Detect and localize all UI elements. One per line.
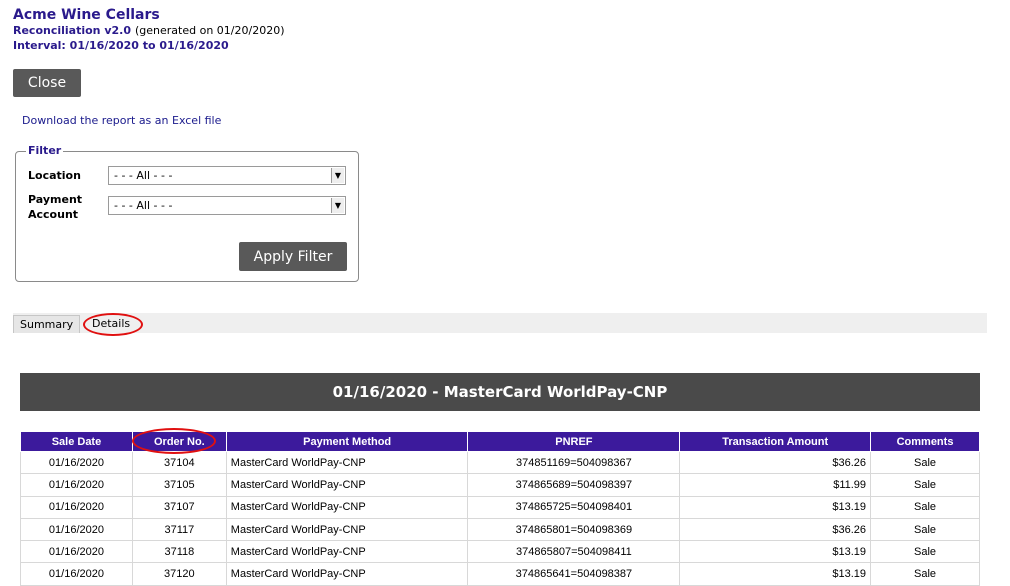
report-name-line: Reconciliation v2.0 (generated on 01/20/2…	[13, 24, 285, 37]
cell-order-no: 37117	[132, 518, 227, 542]
cell-payment-method: MasterCard WorldPay-CNP	[226, 518, 469, 542]
col-header-pnref: PNREF	[467, 431, 681, 452]
cell-comments: Sale	[870, 473, 980, 497]
cell-sale-date: 01/16/2020	[20, 518, 133, 542]
cell-payment-method: MasterCard WorldPay-CNP	[226, 473, 469, 497]
cell-comments: Sale	[870, 451, 980, 475]
payment-label-line1: Payment	[28, 193, 83, 206]
col-header-sale-date: Sale Date	[20, 431, 133, 452]
table-row: 01/16/2020 37118 MasterCard WorldPay-CNP…	[20, 540, 980, 564]
cell-amount: $36.26	[679, 518, 872, 542]
cell-comments: Sale	[870, 540, 980, 564]
generated-date: (generated on 01/20/2020)	[135, 24, 285, 37]
download-excel-link[interactable]: Download the report as an Excel file	[22, 114, 221, 127]
cell-sale-date: 01/16/2020	[20, 496, 133, 519]
location-select[interactable]: - - - All - - - ▼	[108, 166, 346, 185]
close-button[interactable]: Close	[13, 69, 81, 97]
cell-comments: Sale	[870, 518, 980, 542]
cell-pnref: 374865725=504098401	[467, 496, 681, 519]
report-name: Reconciliation v2.0	[13, 24, 131, 37]
filter-panel: Filter Location - - - All - - - ▼ Paymen…	[15, 144, 359, 282]
chevron-down-icon[interactable]: ▼	[331, 168, 344, 183]
col-header-comments: Comments	[870, 431, 980, 452]
col-header-transaction-amount: Transaction Amount	[679, 431, 872, 452]
cell-order-no: 37118	[132, 540, 227, 564]
cell-pnref: 374851169=504098367	[467, 451, 681, 475]
table-row: 01/16/2020 37117 MasterCard WorldPay-CNP…	[20, 518, 980, 542]
cell-sale-date: 01/16/2020	[20, 540, 133, 564]
cell-comments: Sale	[870, 562, 980, 586]
cell-amount: $13.19	[679, 496, 872, 519]
cell-comments: Sale	[870, 496, 980, 519]
cell-pnref: 374865807=504098411	[467, 540, 681, 564]
cell-order-no: 37104	[132, 451, 227, 475]
cell-amount: $36.26	[679, 451, 872, 475]
table-row: 01/16/2020 37104 MasterCard WorldPay-CNP…	[20, 451, 980, 475]
payment-account-select-value: - - - All - - -	[114, 199, 173, 212]
tab-summary[interactable]: Summary	[13, 315, 81, 333]
table-row: 01/16/2020 37120 MasterCard WorldPay-CNP…	[20, 562, 980, 586]
order-no-highlight-oval	[132, 428, 216, 454]
cell-order-no: 37107	[132, 496, 227, 519]
table-row: 01/16/2020 37105 MasterCard WorldPay-CNP…	[20, 473, 980, 497]
cell-pnref: 374865689=504098397	[467, 473, 681, 497]
cell-payment-method: MasterCard WorldPay-CNP	[226, 496, 469, 519]
col-header-payment-method: Payment Method	[225, 431, 469, 452]
payment-account-select[interactable]: - - - All - - - ▼	[108, 196, 346, 215]
cell-sale-date: 01/16/2020	[20, 451, 133, 475]
cell-payment-method: MasterCard WorldPay-CNP	[226, 562, 469, 586]
app-title: Acme Wine Cellars	[13, 7, 160, 23]
cell-sale-date: 01/16/2020	[20, 562, 133, 586]
cell-payment-method: MasterCard WorldPay-CNP	[226, 451, 469, 475]
report-tabs: Summary Details	[13, 313, 987, 333]
filter-legend: Filter	[26, 144, 64, 157]
report-interval: Interval: 01/16/2020 to 01/16/2020	[13, 39, 229, 52]
cell-amount: $13.19	[679, 540, 872, 564]
payment-account-label: Payment Account	[28, 192, 82, 222]
payment-label-line2: Account	[28, 208, 79, 221]
cell-amount: $11.99	[679, 473, 872, 497]
section-banner: 01/16/2020 - MasterCard WorldPay-CNP	[20, 373, 980, 411]
location-label: Location	[28, 169, 81, 182]
cell-order-no: 37105	[132, 473, 227, 497]
transactions-table: Sale Date Order No. Payment Method PNREF…	[20, 431, 980, 586]
cell-sale-date: 01/16/2020	[20, 473, 133, 497]
cell-pnref: 374865801=504098369	[467, 518, 681, 542]
chevron-down-icon[interactable]: ▼	[331, 198, 344, 213]
location-select-value: - - - All - - -	[114, 169, 173, 182]
cell-amount: $13.19	[679, 562, 872, 586]
table-row: 01/16/2020 37107 MasterCard WorldPay-CNP…	[20, 496, 980, 519]
cell-pnref: 374865641=504098387	[467, 562, 681, 586]
apply-filter-button[interactable]: Apply Filter	[239, 242, 347, 271]
cell-order-no: 37120	[132, 562, 227, 586]
cell-payment-method: MasterCard WorldPay-CNP	[226, 540, 469, 564]
details-tab-highlight-oval	[83, 313, 143, 336]
